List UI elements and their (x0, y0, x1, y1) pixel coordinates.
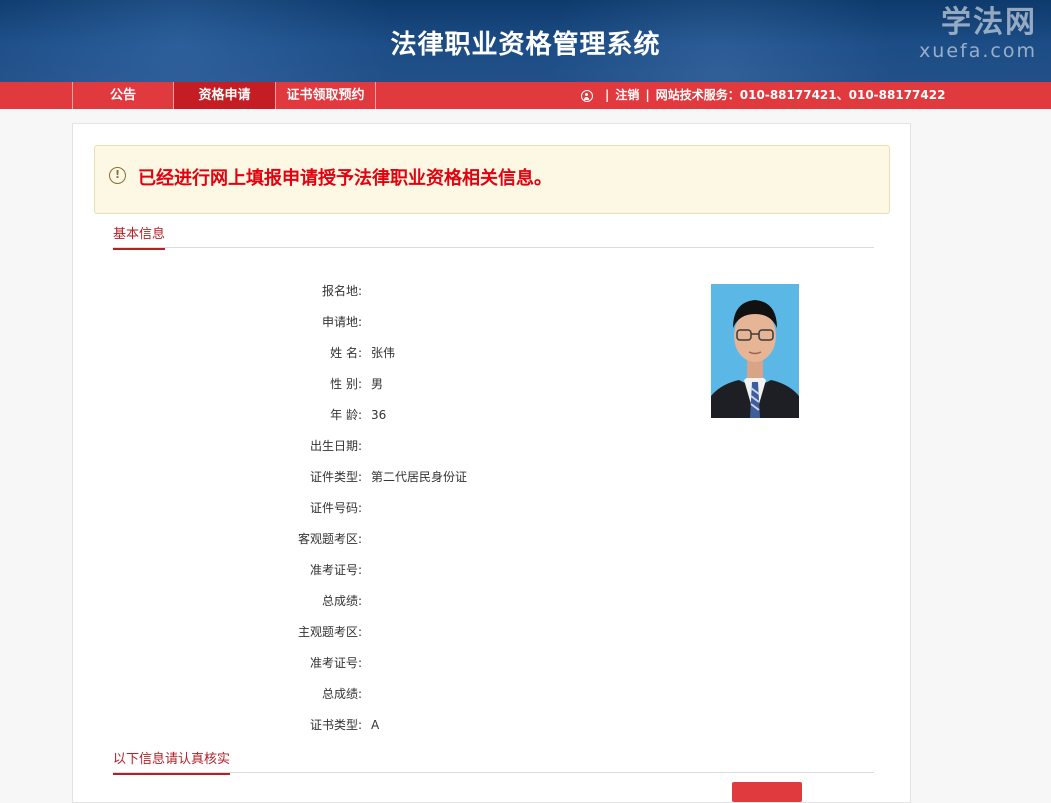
field-label: 性 别: (330, 377, 362, 391)
brand-name: 学法网 (941, 5, 1037, 40)
divider: | (605, 88, 610, 102)
tab-qualification-application[interactable]: 资格申请 (173, 82, 275, 109)
divider: | (645, 88, 650, 102)
field-label: 申请地: (321, 315, 362, 329)
field-row-subjective-total-score: 总成绩: (73, 684, 362, 704)
basic-info-header: 基本信息 (113, 223, 874, 250)
applicant-photo (711, 284, 799, 418)
field-label: 证书类型: (309, 718, 362, 732)
field-label: 主观题考区: (297, 625, 362, 639)
field-label: 报名地: (321, 284, 362, 298)
tech-service-text: 网站技术服务：010-88177421、010-88177422 (655, 88, 946, 102)
section-title-verify-info[interactable]: 以下信息请认真核实 (113, 750, 231, 775)
field-row-id-number: 证件号码: (73, 498, 362, 518)
nav-tabs: 公告 资格申请 证书领取预约 (72, 82, 376, 109)
field-value: 张伟 (371, 346, 396, 360)
portrait-image (711, 284, 799, 418)
tab-announcement[interactable]: 公告 (72, 82, 173, 109)
action-button[interactable] (732, 782, 802, 802)
brand-logo[interactable]: 学法网 xuefa.com (919, 5, 1037, 63)
field-row-age: 年 龄: 36 (73, 405, 386, 425)
nav-user-area: | 注销 | 网站技术服务：010-88177421、010-88177422 (581, 82, 945, 109)
field-value: A (371, 718, 380, 732)
field-label: 准考证号: (309, 563, 362, 577)
system-title: 法律职业资格管理系统 (390, 30, 661, 60)
brand-domain: xuefa.com (919, 40, 1037, 62)
field-row-subjective-ticket-number: 准考证号: (73, 653, 362, 673)
field-row-registration-place: 报名地: (73, 281, 362, 301)
field-row-certificate-type: 证书类型: A (73, 715, 379, 735)
field-label: 姓 名: (330, 346, 362, 360)
logout-link[interactable]: 注销 (615, 82, 639, 109)
main-nav: 公告 资格申请 证书领取预约 | 注销 | 网站技术服务：010-8817742… (0, 82, 1051, 109)
field-row-name: 姓 名: 张伟 (73, 343, 395, 363)
site-header: 法律职业资格管理系统 学法网 xuefa.com (0, 0, 1051, 82)
field-row-objective-ticket-number: 准考证号: (73, 560, 362, 580)
field-row-objective-total-score: 总成绩: (73, 591, 362, 611)
field-row-birth-date: 出生日期: (73, 436, 362, 456)
field-value: 男 (371, 377, 384, 391)
section-title-basic-info[interactable]: 基本信息 (113, 225, 166, 250)
alert-message: 已经进行网上填报申请授予法律职业资格相关信息。 (138, 168, 552, 189)
exclamation-circle-icon: ! (109, 167, 126, 184)
info-alert: ! 已经进行网上填报申请授予法律职业资格相关信息。 (94, 145, 890, 214)
field-row-subjective-exam-area: 主观题考区: (73, 622, 362, 642)
field-value: 36 (371, 408, 387, 422)
field-value: 第二代居民身份证 (371, 470, 468, 484)
field-label: 客观题考区: (297, 532, 362, 546)
field-label: 总成绩: (321, 594, 362, 608)
tab-certificate-appointment[interactable]: 证书领取预约 (275, 82, 376, 109)
field-row-application-place: 申请地: (73, 312, 362, 332)
field-label: 总成绩: (321, 687, 362, 701)
field-label: 证件号码: (309, 501, 362, 515)
user-icon[interactable] (581, 89, 593, 102)
field-label: 出生日期: (309, 439, 362, 453)
content-panel: ! 已经进行网上填报申请授予法律职业资格相关信息。 基本信息 报名地: 申请地:… (72, 123, 911, 803)
verify-info-header: 以下信息请认真核实 (113, 748, 874, 775)
field-label: 证件类型: (309, 470, 362, 484)
field-row-gender: 性 别: 男 (73, 374, 383, 394)
field-label: 年 龄: (330, 408, 362, 422)
field-label: 准考证号: (309, 656, 362, 670)
field-row-objective-exam-area: 客观题考区: (73, 529, 362, 549)
field-row-id-type: 证件类型: 第二代居民身份证 (73, 467, 467, 487)
